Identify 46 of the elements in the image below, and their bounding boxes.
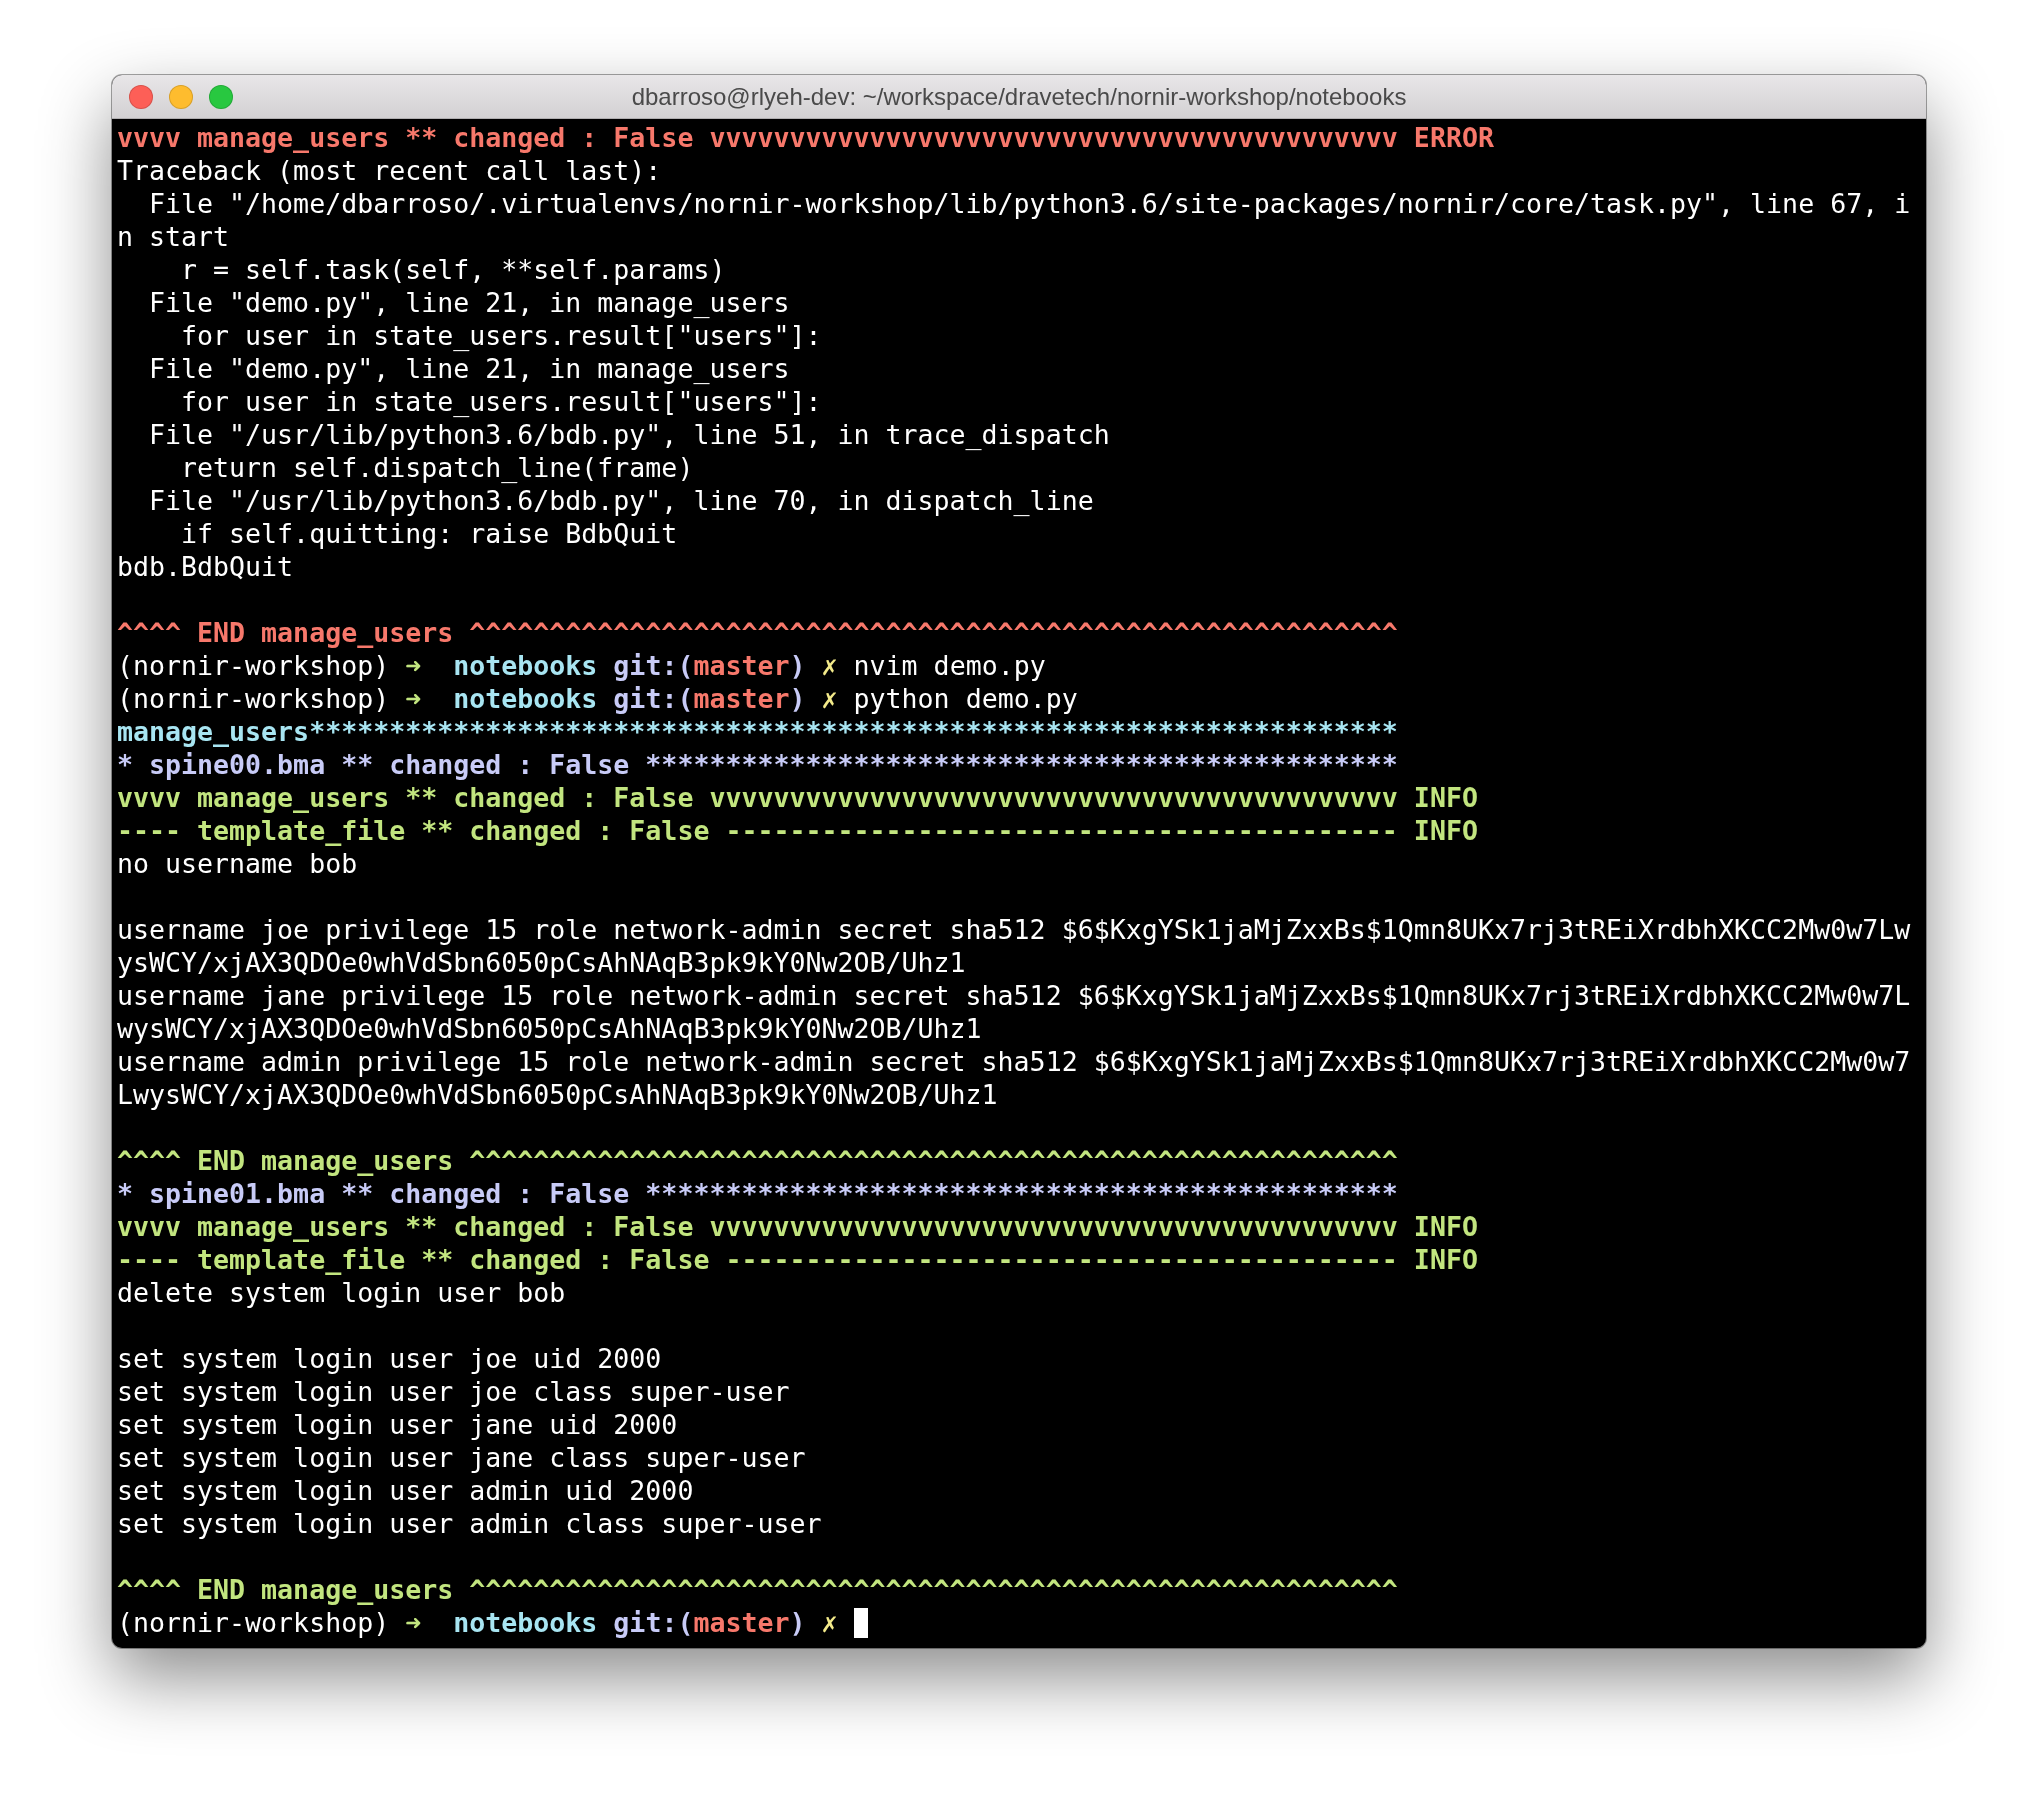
terminal-line: ^^^^ END manage_users ^^^^^^^^^^^^^^^^^^^^^^^^^^^^^^^^^^^^^^^^^^^^^^^^^^^^^^^^^^ xyxy=(117,1145,1398,1176)
terminal-line: File "demo.py", line 21, in manage_users xyxy=(148,287,790,318)
terminal-line: if self.quitting: raise BdbQuit xyxy=(180,518,678,549)
terminal-line: vvvv manage_users ** changed : False vvvvvvvvvvvvvvvvvvvvvvvvvvvvvvvvvvvvvvvvvvv INFO xyxy=(117,1211,1478,1242)
terminal-line: ysWCY/xjAX3QDOe0whVdSbn6050pCsAhNAqB3pk9kY0Nw2OB/Uhz1 xyxy=(117,947,966,978)
window-title: dbarroso@rlyeh-dev: ~/workspace/dravetech/nornir-workshop/notebooks xyxy=(631,82,1407,111)
terminal-line: vvvv manage_users ** changed : False vvvvvvvvvvvvvvvvvvvvvvvvvvvvvvvvvvvvvvvvvvv INFO xyxy=(117,782,1478,813)
terminal-line: manage_users******************************************************************** xyxy=(117,716,1398,747)
terminal-line: File "/usr/lib/python3.6/bdb.py", line 51, in trace_dispatch xyxy=(148,419,1110,450)
close-button[interactable] xyxy=(129,85,153,109)
terminal-line: set system login user jane uid 2000 xyxy=(117,1409,678,1440)
terminal-line: (nornir-workshop) ➜ notebooks git:(master) ✗ nvim demo.py xyxy=(117,650,1046,681)
terminal-line: for user in state_users.result["users"]: xyxy=(180,320,822,351)
terminal-line: ^^^^ END manage_users ^^^^^^^^^^^^^^^^^^^^^^^^^^^^^^^^^^^^^^^^^^^^^^^^^^^^^^^^^^ xyxy=(117,1574,1398,1605)
terminal-line: Traceback (most recent call last): xyxy=(117,155,662,186)
terminal-line: wysWCY/xjAX3QDOe0whVdSbn6050pCsAhNAqB3pk9kY0Nw2OB/Uhz1 xyxy=(117,1013,982,1044)
terminal-line: username joe privilege 15 role network-admin secret sha512 $6$KxgYSk1jaMjZxxBs$1Qmn8UKx7rj3tREiXrdbhXKCC2Mw0w7Lw xyxy=(117,914,1911,945)
terminal-line: File "demo.py", line 21, in manage_users xyxy=(148,353,790,384)
terminal-line: ---- template_file ** changed : False ------------------------------------------ INFO xyxy=(117,1244,1478,1275)
terminal-line: (nornir-workshop) ➜ notebooks git:(master) ✗ python demo.py xyxy=(117,683,1078,714)
terminal-line: set system login user joe uid 2000 xyxy=(117,1343,662,1374)
terminal-line: set system login user admin class super-user xyxy=(117,1508,822,1539)
prompt-line: (nornir-workshop) ➜ notebooks git:(master) ✗ xyxy=(117,1607,839,1638)
terminal-line: delete system login user bob xyxy=(117,1277,566,1308)
terminal-line: username jane privilege 15 role network-admin secret sha512 $6$KxgYSk1jaMjZxxBs$1Qmn8UKx7rj3tREiXrdbhXKCC2Mw0w7L xyxy=(117,980,1911,1011)
terminal-line: vvvv manage_users ** changed : False vvvvvvvvvvvvvvvvvvvvvvvvvvvvvvvvvvvvvvvvvvv ERROR xyxy=(117,122,1494,153)
terminal-line: r = self.task(self, **self.params) xyxy=(180,254,726,285)
terminal-line: File "/usr/lib/python3.6/bdb.py", line 70, in dispatch_line xyxy=(148,485,1094,516)
terminal-line: n start xyxy=(117,221,230,252)
terminal-line: set system login user admin uid 2000 xyxy=(117,1475,694,1506)
terminal-line: * spine00.bma ** changed : False *********************************************** xyxy=(117,749,1398,780)
terminal-line: File "/home/dbarroso/.virtualenvs/nornir-workshop/lib/python3.6/site-packages/nornir/core/task.py", line 67, i xyxy=(148,188,1911,219)
terminal-line: bdb.BdbQuit xyxy=(117,551,294,582)
terminal-line: return self.dispatch_line(frame) xyxy=(180,452,694,483)
terminal-line: set system login user jane class super-user xyxy=(117,1442,806,1473)
terminal-line: ---- template_file ** changed : False ------------------------------------------ INFO xyxy=(117,815,1478,846)
terminal-line: * spine01.bma ** changed : False *********************************************** xyxy=(117,1178,1398,1209)
terminal-line: username admin privilege 15 role network-admin secret sha512 $6$KxgYSk1jaMjZxxBs$1Qmn8UKx7rj3tREiXrdbhXKCC2Mw0w7 xyxy=(117,1046,1911,1077)
minimize-button[interactable] xyxy=(169,85,193,109)
text-cursor xyxy=(853,1608,868,1638)
terminal-line: LwysWCY/xjAX3QDOe0whVdSbn6050pCsAhNAqB3pk9kY0Nw2OB/Uhz1 xyxy=(117,1079,998,1110)
terminal-line: no username bob xyxy=(117,848,358,879)
terminal-line: for user in state_users.result["users"]: xyxy=(180,386,822,417)
terminal-line: set system login user joe class super-user xyxy=(117,1376,790,1407)
zoom-button[interactable] xyxy=(209,85,233,109)
terminal-line: ^^^^ END manage_users ^^^^^^^^^^^^^^^^^^^^^^^^^^^^^^^^^^^^^^^^^^^^^^^^^^^^^^^^^^ xyxy=(117,617,1398,648)
